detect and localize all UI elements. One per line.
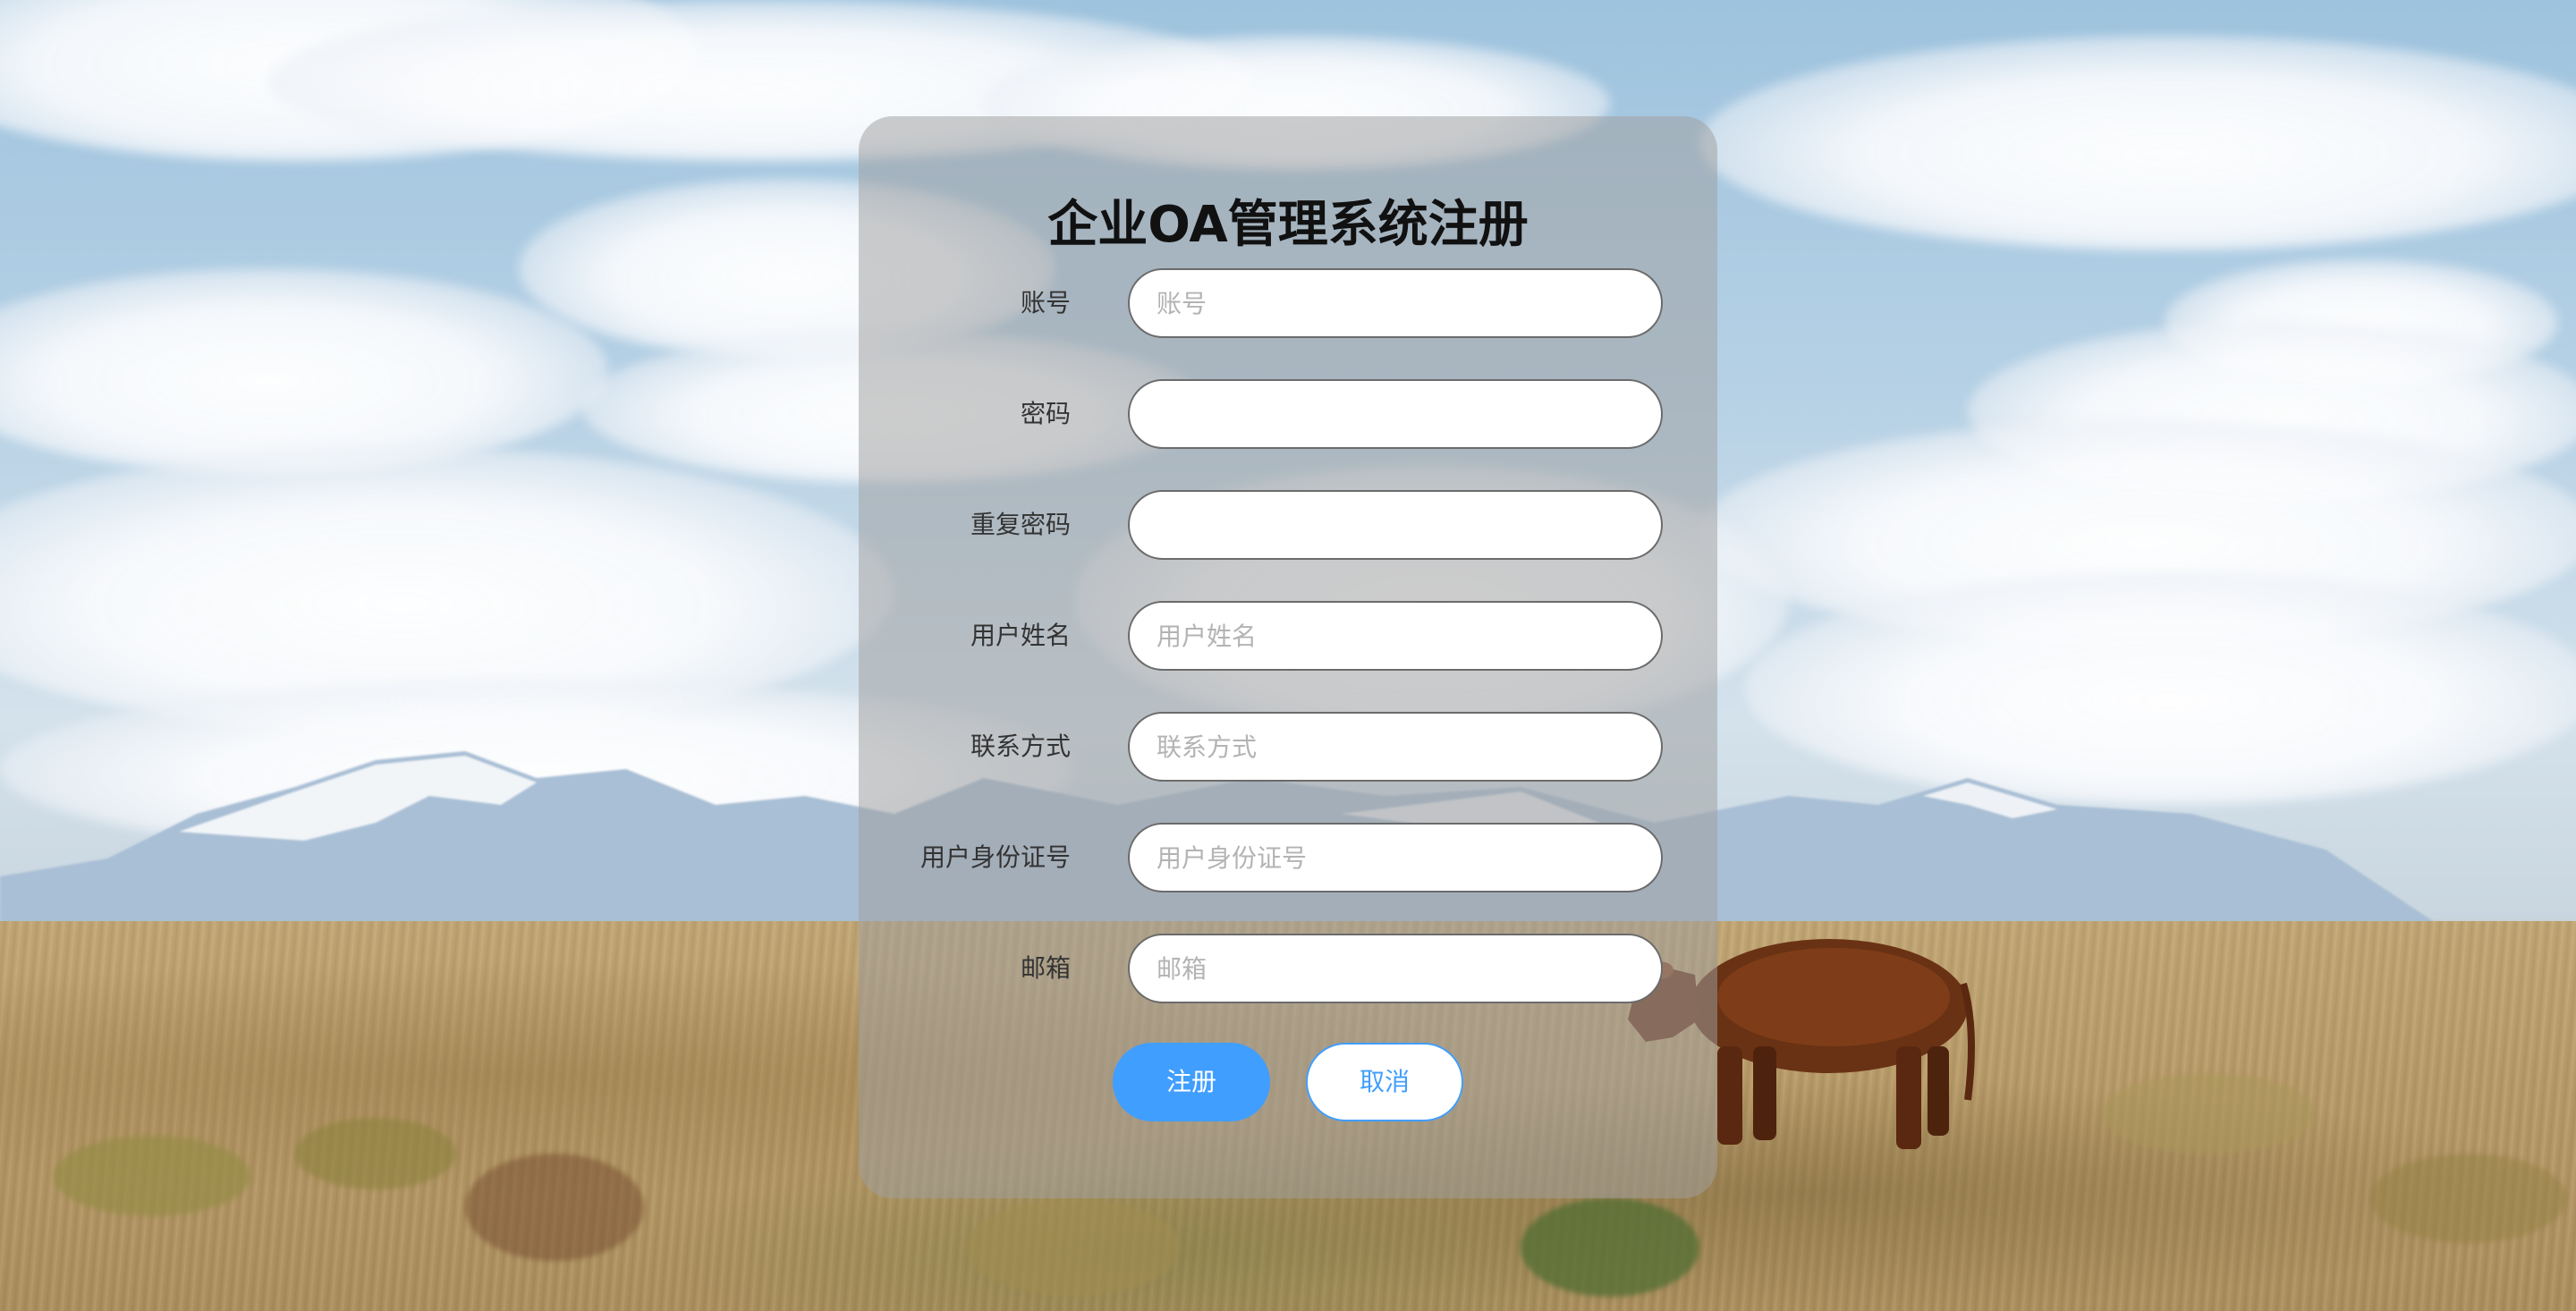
- email-label: 邮箱: [1020, 953, 1071, 983]
- account-label: 账号: [1020, 288, 1071, 317]
- account-input[interactable]: [1128, 268, 1663, 338]
- repeat-password-label: 重复密码: [970, 510, 1071, 539]
- register-button[interactable]: 注册: [1113, 1043, 1270, 1121]
- email-row: 邮箱: [859, 934, 1717, 1003]
- email-input[interactable]: [1128, 934, 1663, 1003]
- id-number-label: 用户身份证号: [919, 842, 1071, 872]
- user-name-input[interactable]: [1128, 601, 1663, 671]
- user-name-label: 用户姓名: [970, 621, 1071, 650]
- page-title: 企业OA管理系统注册: [1047, 196, 1529, 254]
- password-label: 密码: [1020, 399, 1071, 428]
- user-name-row: 用户姓名: [859, 601, 1717, 671]
- cancel-button[interactable]: 取消: [1306, 1043, 1463, 1121]
- contact-input[interactable]: [1128, 712, 1663, 782]
- id-number-row: 用户身份证号: [859, 823, 1717, 892]
- contact-label: 联系方式: [970, 732, 1071, 761]
- password-input[interactable]: [1128, 379, 1663, 449]
- contact-row: 联系方式: [859, 712, 1717, 782]
- id-number-input[interactable]: [1128, 823, 1663, 892]
- repeat-password-input[interactable]: [1128, 490, 1663, 560]
- account-row: 账号: [859, 268, 1717, 338]
- repeat-password-row: 重复密码: [859, 490, 1717, 560]
- password-row: 密码: [859, 379, 1717, 449]
